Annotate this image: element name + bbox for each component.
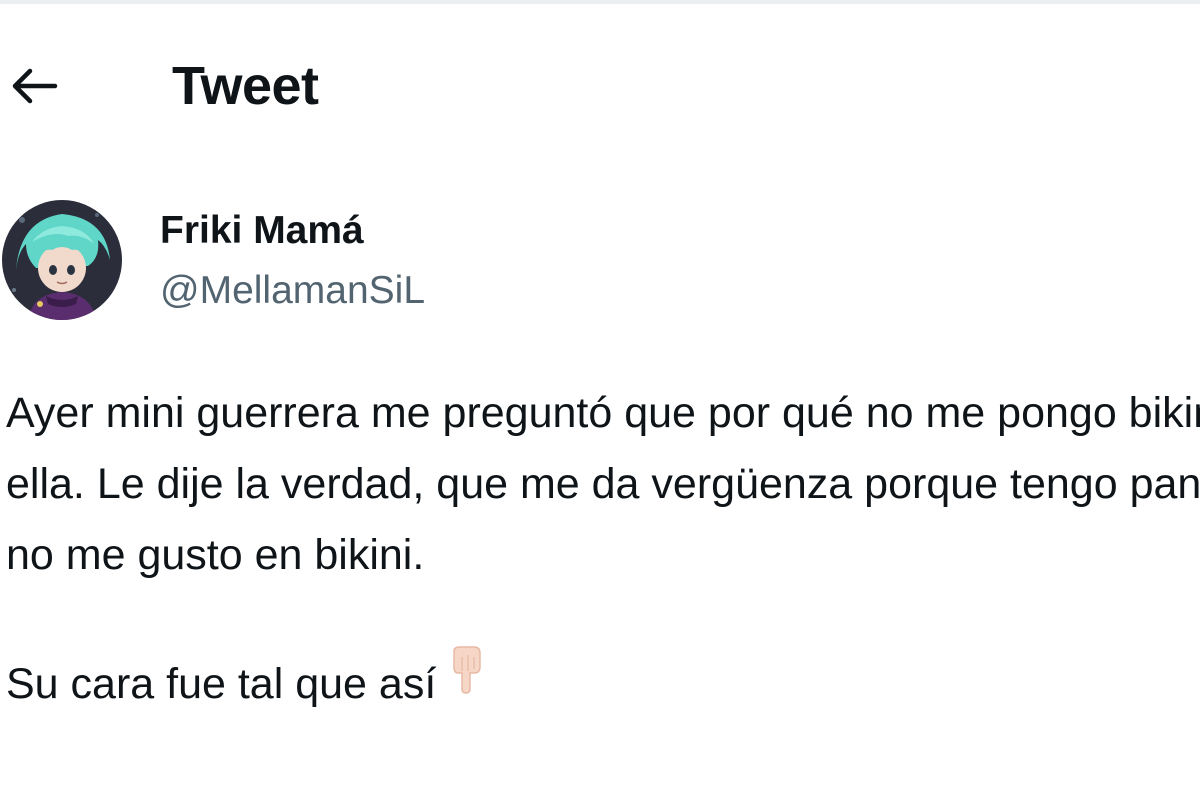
tweet-line: no me gusto en bikini. — [6, 531, 425, 579]
tweet-line: ella. Le dije la verdad, que me da vergü… — [6, 460, 1200, 508]
pointing-down-hand-icon — [446, 645, 486, 717]
page-header: Tweet — [0, 40, 1200, 130]
page-title: Tweet — [172, 56, 319, 116]
author-handle[interactable]: @MellamanSiL — [160, 269, 425, 313]
author-display-name[interactable]: Friki Mamá — [160, 209, 364, 253]
tweet-line: Su cara fue tal que así — [6, 660, 437, 708]
back-button[interactable] — [6, 58, 62, 114]
avatar[interactable] — [2, 200, 122, 320]
tweet-author: Friki Mamá @MellamanSiL — [0, 195, 1200, 325]
tweet-text: Ayer mini guerrera me preguntó que por q… — [6, 378, 1200, 720]
tweet-page: Tweet Friki Mamá @MellamanSiL Ayer mini … — [0, 0, 1200, 800]
tweet-line: Ayer mini guerrera me preguntó que por q… — [6, 389, 1200, 437]
arrow-left-icon — [12, 68, 58, 104]
avatar-image — [2, 200, 122, 320]
top-divider — [0, 0, 1200, 4]
tweet-line-last: Su cara fue tal que así — [6, 645, 1200, 720]
